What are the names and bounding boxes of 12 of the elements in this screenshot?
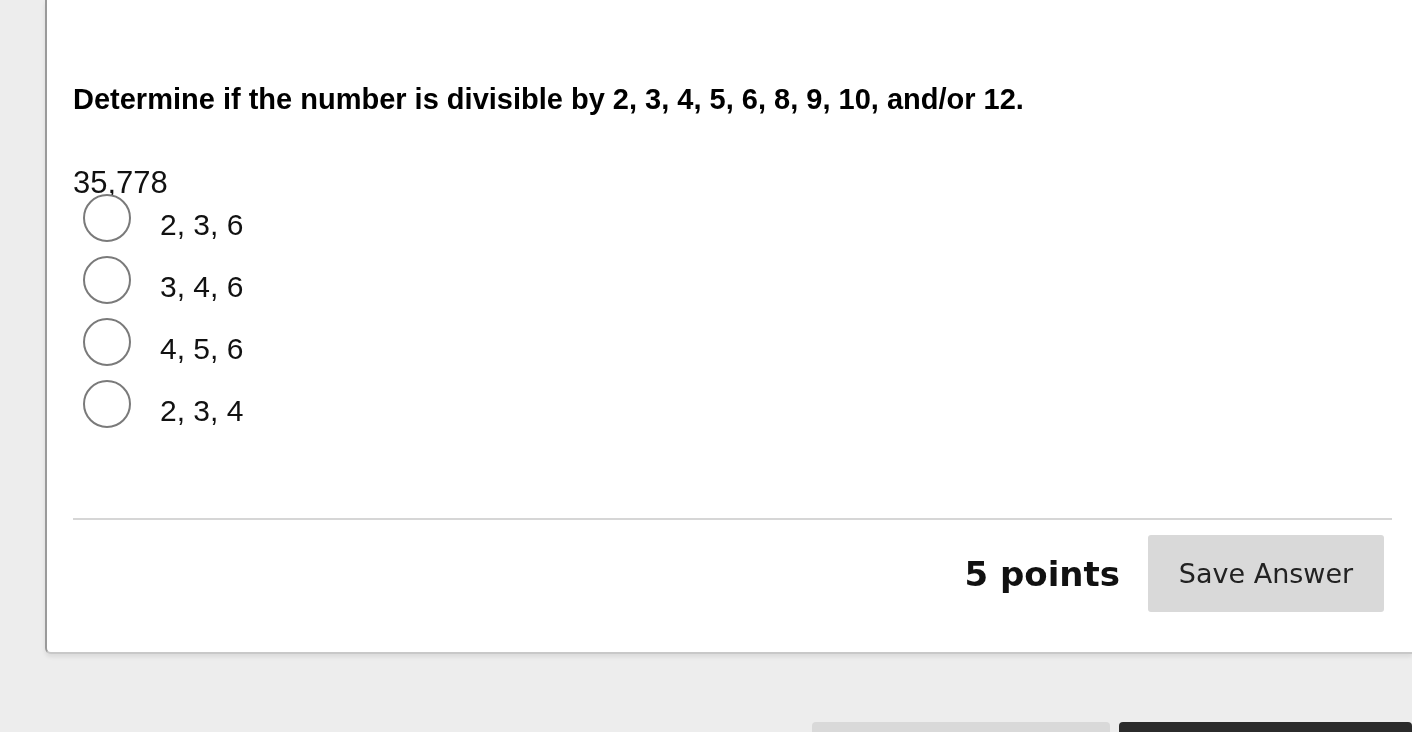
radio-button[interactable] xyxy=(83,256,131,304)
points-label: 5 points xyxy=(964,553,1120,594)
option-label: 2, 3, 4 xyxy=(160,394,244,428)
question-number: 35,778 xyxy=(73,166,169,200)
question-prompt: Determine if the number is divisible by 2, 3, 4, 5, 6, 8, 9, 10, and/or 12. xyxy=(73,83,1025,116)
option-label: 4, 5, 6 xyxy=(160,332,244,366)
option-label: 3, 4, 6 xyxy=(160,270,244,304)
radio-button[interactable] xyxy=(83,380,131,428)
radio-button[interactable] xyxy=(83,318,131,366)
save-answer-button[interactable]: Save Answer xyxy=(1148,535,1384,612)
radio-button[interactable] xyxy=(83,194,131,242)
option-label: 2, 3, 6 xyxy=(160,208,244,242)
